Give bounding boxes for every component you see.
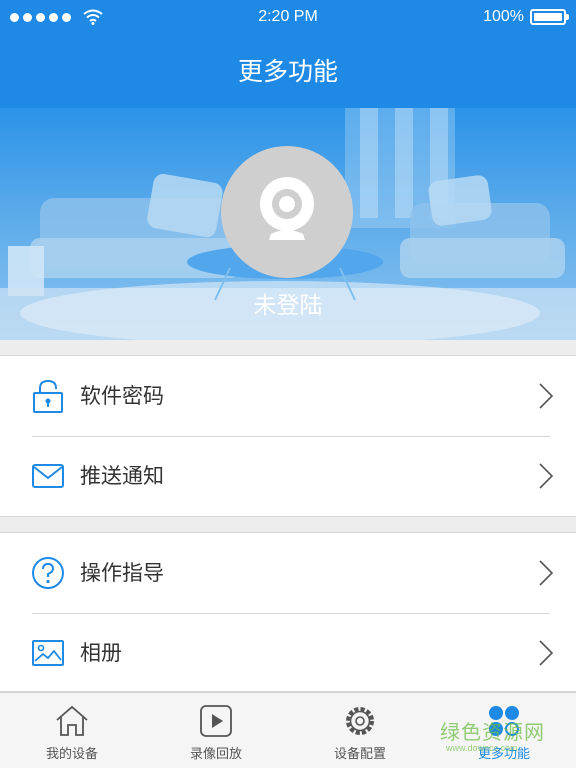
- login-status[interactable]: 未登陆: [0, 286, 576, 320]
- battery-percent: 100%: [483, 8, 524, 25]
- mail-icon: [32, 464, 64, 488]
- menu-group-help: 操作指导 相册: [0, 532, 576, 692]
- nav-bar: 更多功能: [0, 36, 576, 108]
- menu-item-photo-album[interactable]: 相册: [0, 613, 576, 693]
- page-title: 更多功能: [237, 57, 338, 86]
- chevron-right-icon: [539, 640, 554, 666]
- chevron-right-icon: [539, 560, 554, 586]
- tab-label: 我的设备: [45, 747, 98, 762]
- menu-item-label: 软件密码: [80, 384, 164, 408]
- chevron-right-icon: [539, 463, 554, 489]
- menu-item-label: 推送通知: [80, 464, 164, 488]
- tab-label: 设备配置: [333, 747, 386, 762]
- menu-group-security: 软件密码 推送通知: [0, 355, 576, 517]
- menu-item-operation-guide[interactable]: 操作指导: [0, 533, 576, 613]
- battery-icon: [530, 9, 569, 25]
- home-icon: [56, 705, 88, 736]
- webcam-icon: [260, 177, 314, 240]
- menu-item-label: 相册: [80, 641, 122, 665]
- avatar[interactable]: [221, 146, 353, 278]
- watermark-url: www.downcc.com: [446, 743, 518, 753]
- menu-item-software-password[interactable]: 软件密码: [0, 356, 576, 436]
- tab-playback[interactable]: 录像回放: [144, 693, 288, 768]
- photo-album-icon: [32, 640, 64, 666]
- play-icon: [200, 705, 232, 737]
- profile-header: 未登陆: [0, 108, 576, 340]
- help-icon: [32, 557, 64, 589]
- gear-icon: [346, 707, 374, 735]
- status-bar: 2:20 PM 100%: [0, 0, 576, 36]
- lock-icon: [33, 379, 63, 413]
- tab-label: 录像回放: [189, 747, 242, 762]
- watermark: 绿色资源网: [440, 720, 545, 744]
- menu-item-push-notification[interactable]: 推送通知: [0, 436, 576, 516]
- battery-status: 100%: [483, 8, 569, 26]
- tab-my-devices[interactable]: 我的设备: [0, 693, 144, 768]
- menu-item-label: 操作指导: [80, 561, 164, 585]
- chevron-right-icon: [539, 383, 554, 409]
- tab-device-config[interactable]: 设备配置: [288, 693, 432, 768]
